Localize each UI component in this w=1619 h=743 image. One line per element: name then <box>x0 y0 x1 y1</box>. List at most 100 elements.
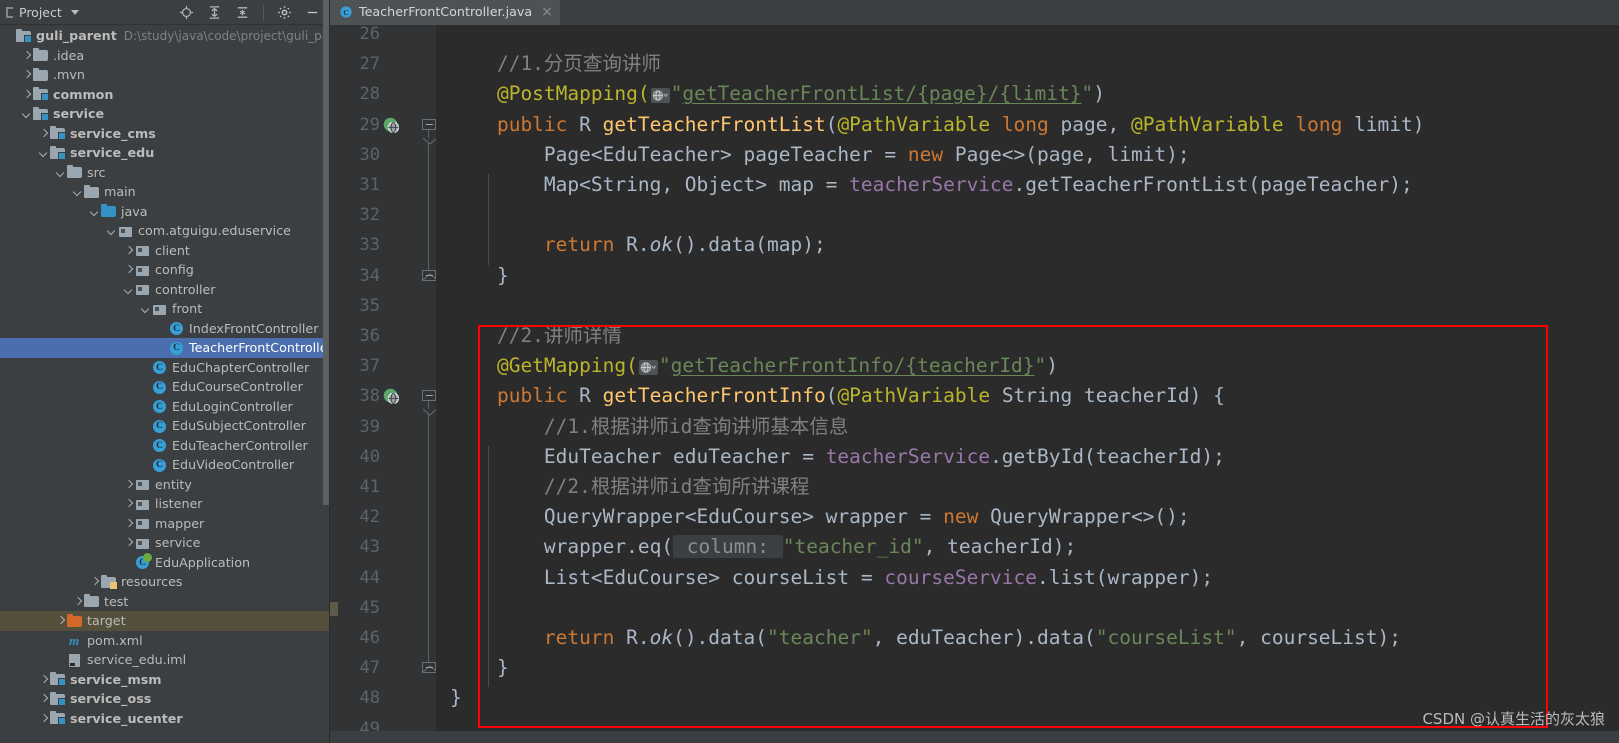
chevron-right-icon[interactable] <box>21 89 32 100</box>
tree-row-pom-xml[interactable]: m pom.xml <box>0 631 330 651</box>
chevron-right-icon[interactable] <box>123 518 134 529</box>
chevron-right-icon[interactable] <box>38 128 49 139</box>
tree-row-common[interactable]: common <box>0 85 330 105</box>
tree-row-entity[interactable]: entity <box>0 475 330 495</box>
tree-row-src[interactable]: src <box>0 163 330 183</box>
chevron-down-icon[interactable] <box>38 147 49 158</box>
code-line[interactable]: Page<EduTeacher> pageTeacher = new Page<… <box>450 140 1190 170</box>
code-folding-column[interactable] <box>422 25 438 743</box>
tree-row-mapper[interactable]: mapper <box>0 514 330 534</box>
tree-row--mvn[interactable]: .mvn <box>0 65 330 85</box>
tree-row-eduteachercontroller[interactable]: C EduTeacherController <box>0 436 330 456</box>
chevron-right-icon[interactable] <box>21 50 32 61</box>
tree-row-edulogincontroller[interactable]: C EduLoginController <box>0 397 330 417</box>
web-endpoint-icon[interactable] <box>650 88 670 104</box>
tree-row-teacherfrontcontroller[interactable]: C TeacherFrontController <box>0 338 330 358</box>
run-endpoint-gutter-icon[interactable] <box>382 116 400 134</box>
tree-row-service[interactable]: service <box>0 533 330 553</box>
code-content[interactable]: //1.分页查询讲师 @PostMapping("getTeacherFront… <box>436 25 1619 743</box>
fold-collapse-icon[interactable] <box>422 390 438 417</box>
chevron-right-icon[interactable] <box>72 596 83 607</box>
fold-collapse-icon[interactable] <box>422 118 438 145</box>
tool-window-title-group[interactable]: Project <box>6 5 79 20</box>
editor-tab-teacherfrontcontroller[interactable]: C TeacherFrontController.java × <box>330 0 560 25</box>
chevron-right-icon[interactable] <box>89 576 100 587</box>
tree-row-service-edu-iml[interactable]: service_edu.iml <box>0 650 330 670</box>
chevron-right-icon[interactable] <box>123 245 134 256</box>
tree-row-eduvideocontroller[interactable]: C EduVideoController <box>0 455 330 475</box>
collapse-all-icon[interactable] <box>235 5 250 20</box>
code-line[interactable]: wrapper.eq( column: "teacher_id", teache… <box>450 532 1076 562</box>
chevron-right-icon[interactable] <box>123 264 134 275</box>
code-line[interactable]: @GetMapping("getTeacherFrontInfo/{teache… <box>450 351 1058 381</box>
tree-row-indexfrontcontroller[interactable]: C IndexFrontController <box>0 319 330 339</box>
tree-row-service-msm[interactable]: service_msm <box>0 670 330 690</box>
tree-row-service-edu[interactable]: service_edu <box>0 143 330 163</box>
code-line[interactable]: EduTeacher eduTeacher = teacherService.g… <box>450 442 1225 472</box>
code-line[interactable]: //2.根据讲师id查询所讲课程 <box>450 472 809 502</box>
code-line[interactable]: //1.根据讲师id查询讲师基本信息 <box>450 412 848 442</box>
chevron-right-icon[interactable] <box>38 693 49 704</box>
chevron-down-icon[interactable] <box>21 108 32 119</box>
chevron-right-icon[interactable] <box>55 615 66 626</box>
chevron-down-icon[interactable] <box>55 167 66 178</box>
chevron-down-icon[interactable] <box>106 225 117 236</box>
tree-row-config[interactable]: config <box>0 260 330 280</box>
fold-end-icon[interactable] <box>422 269 438 281</box>
web-endpoint-icon[interactable] <box>638 360 658 376</box>
fold-end-icon[interactable] <box>422 662 438 674</box>
tree-row-edusubjectcontroller[interactable]: C EduSubjectController <box>0 416 330 436</box>
close-icon[interactable]: × <box>541 5 553 19</box>
code-line[interactable]: @PostMapping("getTeacherFrontList/{page}… <box>450 79 1105 109</box>
chevron-down-icon[interactable] <box>72 186 83 197</box>
code-line[interactable]: //1.分页查询讲师 <box>450 49 661 79</box>
code-line[interactable]: } <box>450 683 462 713</box>
code-line[interactable]: List<EduCourse> courseList = courseServi… <box>450 563 1213 593</box>
tree-row-service-oss[interactable]: service_oss <box>0 689 330 709</box>
code-line[interactable]: return R.ok().data("teacher", eduTeacher… <box>450 623 1401 653</box>
tree-row-eduapplication[interactable]: C EduApplication <box>0 553 330 573</box>
gear-icon[interactable] <box>277 5 292 20</box>
locate-icon[interactable] <box>179 5 194 20</box>
tree-row-com-atguigu-eduservice[interactable]: com.atguigu.eduservice <box>0 221 330 241</box>
code-line[interactable]: public R getTeacherFrontList(@PathVariab… <box>450 110 1425 140</box>
tree-row-test[interactable]: test <box>0 592 330 612</box>
code-line[interactable]: public R getTeacherFrontInfo(@PathVariab… <box>450 381 1225 411</box>
chevron-right-icon[interactable] <box>38 674 49 685</box>
tree-row-controller[interactable]: controller <box>0 280 330 300</box>
tree-row-service-cms[interactable]: service_cms <box>0 124 330 144</box>
chevron-down-icon[interactable] <box>123 284 134 295</box>
chevron-down-icon[interactable] <box>89 206 100 217</box>
tree-row-resources[interactable]: resources <box>0 572 330 592</box>
minimize-icon[interactable] <box>305 5 320 20</box>
run-endpoint-gutter-icon[interactable] <box>382 387 400 405</box>
project-tree[interactable]: guli_parent D:\study\java\code\project\gu… <box>0 25 330 743</box>
expand-all-icon[interactable] <box>207 5 222 20</box>
code-line[interactable]: //2.讲师详情 <box>450 321 622 351</box>
code-line[interactable]: } <box>450 653 509 683</box>
tree-row-main[interactable]: main <box>0 182 330 202</box>
annotation-strip[interactable] <box>330 25 338 743</box>
tree-row-educhaptercontroller[interactable]: C EduChapterController <box>0 358 330 378</box>
tree-row-target[interactable]: target <box>0 611 330 631</box>
chevron-down-icon[interactable] <box>70 9 79 15</box>
chevron-right-icon[interactable] <box>123 479 134 490</box>
chevron-right-icon[interactable] <box>21 69 32 80</box>
editor-gutter[interactable]: 26 27 28 29 30 31 32 33 34 35 36 37 38 39 40 41 42 43 44 45… <box>338 25 438 743</box>
tree-row-front[interactable]: front <box>0 299 330 319</box>
chevron-right-icon[interactable] <box>123 537 134 548</box>
chevron-right-icon[interactable] <box>123 498 134 509</box>
code-line[interactable]: Map<String, Object> map = teacherService… <box>450 170 1413 200</box>
tree-row-service[interactable]: service <box>0 104 330 124</box>
tree-row-educoursecontroller[interactable]: C EduCourseController <box>0 377 330 397</box>
tree-row--idea[interactable]: .idea <box>0 46 330 66</box>
tree-row-java[interactable]: java <box>0 202 330 222</box>
code-line[interactable]: return R.ok().data(map); <box>450 230 826 260</box>
chevron-down-icon[interactable] <box>140 303 151 314</box>
chevron-right-icon[interactable] <box>38 713 49 724</box>
tree-row-service-ucenter[interactable]: service_ucenter <box>0 709 330 729</box>
tree-row-client[interactable]: client <box>0 241 330 261</box>
code-line[interactable]: } <box>450 261 509 291</box>
tree-row-listener[interactable]: listener <box>0 494 330 514</box>
code-line[interactable]: QueryWrapper<EduCourse> wrapper = new Qu… <box>450 502 1190 532</box>
